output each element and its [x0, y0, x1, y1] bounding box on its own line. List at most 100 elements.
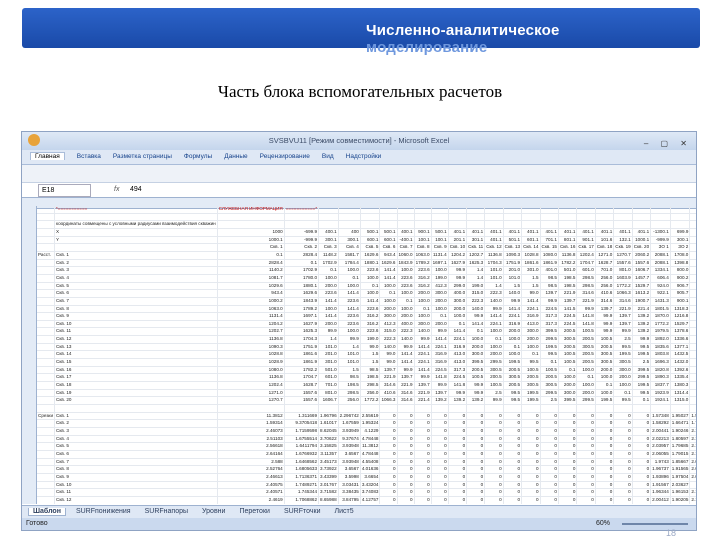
cell[interactable] — [360, 206, 381, 214]
cell[interactable]: 298.5 — [576, 274, 596, 283]
cell[interactable]: 1.97504 — [670, 473, 691, 482]
cell[interactable]: Скв. 4 — [338, 243, 361, 252]
cell[interactable] — [540, 206, 559, 214]
cell[interactable] — [37, 220, 56, 229]
cell[interactable]: 1892.0 — [650, 335, 671, 344]
cell[interactable]: 0 — [558, 458, 578, 467]
cell[interactable]: 835.1 — [689, 335, 696, 344]
cell[interactable]: 316.9 — [503, 320, 523, 329]
cell[interactable] — [521, 404, 541, 413]
cell[interactable] — [37, 274, 56, 283]
cell[interactable]: 199.0 — [360, 335, 381, 344]
cell[interactable]: 99.9 — [595, 327, 615, 337]
cell[interactable]: 0 — [448, 450, 468, 459]
cell[interactable] — [595, 404, 615, 413]
cell[interactable] — [37, 327, 56, 337]
cell[interactable]: 0 — [484, 488, 504, 497]
cell[interactable]: 1.79015 — [670, 450, 691, 459]
cell[interactable] — [689, 220, 696, 229]
cell[interactable] — [360, 220, 381, 229]
cell[interactable]: 1529.7 — [632, 282, 652, 291]
cell[interactable]: 0 — [431, 427, 449, 436]
cell[interactable]: 200.0 — [448, 305, 468, 314]
cell[interactable]: 4.12757 — [360, 496, 381, 504]
cell[interactable]: 199.5 — [540, 343, 559, 352]
cell[interactable]: 1.7159598 — [284, 427, 320, 436]
cell[interactable]: 100.0 — [484, 327, 504, 337]
cell[interactable] — [632, 404, 652, 413]
cell[interactable]: Скв. 3 — [318, 243, 339, 252]
cell[interactable]: 1.5 — [521, 282, 541, 291]
cell[interactable]: 198.5 — [558, 282, 578, 291]
cell[interactable]: 200.0 — [414, 289, 432, 298]
cell[interactable]: 1216.8 — [670, 312, 691, 321]
cell[interactable]: 0 — [613, 488, 633, 497]
cell[interactable] — [414, 213, 432, 222]
cell[interactable]: 2828.4 — [217, 259, 285, 268]
cell[interactable]: 0 — [521, 496, 541, 504]
cell[interactable]: -999.9 — [284, 236, 320, 245]
cell[interactable]: 224.1 — [414, 358, 432, 367]
cell[interactable]: 0.1 — [503, 343, 523, 352]
cell[interactable]: 1557.6 — [632, 259, 652, 268]
cell[interactable]: 199.5 — [503, 358, 523, 367]
cell[interactable]: 1432.5 — [670, 350, 691, 360]
cell[interactable]: 0 — [540, 450, 559, 459]
cell[interactable]: Расст. — [37, 251, 56, 260]
cell[interactable]: 1090.3 — [503, 251, 523, 260]
cell[interactable]: 0 — [397, 419, 415, 428]
cell[interactable]: -1300.1 — [650, 228, 671, 237]
cell[interactable]: 200.0 — [576, 389, 596, 398]
cell[interactable]: 1.745344 — [284, 488, 320, 497]
cell[interactable] — [632, 213, 652, 222]
cell[interactable]: 924.0 — [689, 320, 696, 329]
cell[interactable] — [37, 389, 56, 398]
cell[interactable] — [521, 206, 541, 214]
cell[interactable]: 200.5 — [540, 373, 559, 383]
cell[interactable]: 223.6 — [318, 289, 339, 298]
cell[interactable]: 100.0 — [338, 282, 361, 291]
cell[interactable]: 99.5 — [540, 350, 559, 360]
cell[interactable] — [448, 206, 468, 214]
cell[interactable] — [613, 404, 633, 413]
cell[interactable]: 0 — [613, 427, 633, 436]
cell[interactable]: 2.40575 — [217, 481, 285, 490]
cell[interactable] — [37, 473, 56, 482]
cell[interactable] — [448, 220, 468, 229]
cell[interactable]: 1861.6 — [521, 259, 541, 268]
ribbon-tab[interactable]: Надстройки — [346, 153, 382, 160]
cell[interactable]: 1.96344 — [650, 488, 671, 497]
cell[interactable]: 1.93896 — [650, 473, 671, 482]
cell[interactable]: 0 — [466, 435, 486, 444]
cell[interactable]: 1398.8 — [670, 259, 691, 268]
cell[interactable] — [414, 206, 432, 214]
cell[interactable] — [484, 206, 504, 214]
cell[interactable] — [650, 220, 671, 229]
cell[interactable]: 100.0 — [338, 327, 361, 337]
cell[interactable]: 200.0 — [466, 343, 486, 352]
cell[interactable]: 501.0 — [318, 366, 339, 375]
cell[interactable]: 200.5 — [558, 327, 578, 337]
cell[interactable]: 0 — [431, 458, 449, 467]
cell[interactable]: 854.9 — [689, 389, 696, 398]
cell[interactable]: ===========* — [284, 206, 320, 214]
cell[interactable]: 141.8 — [576, 320, 596, 329]
cell[interactable]: Y — [54, 236, 218, 245]
cell[interactable] — [37, 297, 56, 306]
cell[interactable]: 1.80597 — [670, 435, 691, 444]
cell[interactable]: 601.0 — [318, 373, 339, 383]
spreadsheet-grid[interactable]: *=========== СЛУЖЕБНАЯ ИНФОРМАЦИЯ ========… — [22, 206, 696, 504]
cell[interactable]: 3.93948 — [338, 442, 361, 451]
cell[interactable]: 1613.2 — [632, 289, 652, 298]
cell[interactable]: 0 — [558, 488, 578, 497]
cell[interactable]: 0 — [466, 427, 486, 436]
cell[interactable]: 413.0 — [448, 358, 468, 367]
cell[interactable]: 1.57348 — [650, 412, 671, 421]
cell[interactable] — [379, 213, 398, 222]
cell[interactable] — [558, 404, 578, 413]
cell[interactable]: 943.4 — [379, 251, 398, 260]
cell[interactable]: 1392.6 — [670, 366, 691, 375]
cell[interactable]: 99.5 — [632, 343, 652, 352]
cell[interactable]: 413.0 — [521, 320, 541, 329]
cell[interactable]: 99.9 — [632, 335, 652, 344]
